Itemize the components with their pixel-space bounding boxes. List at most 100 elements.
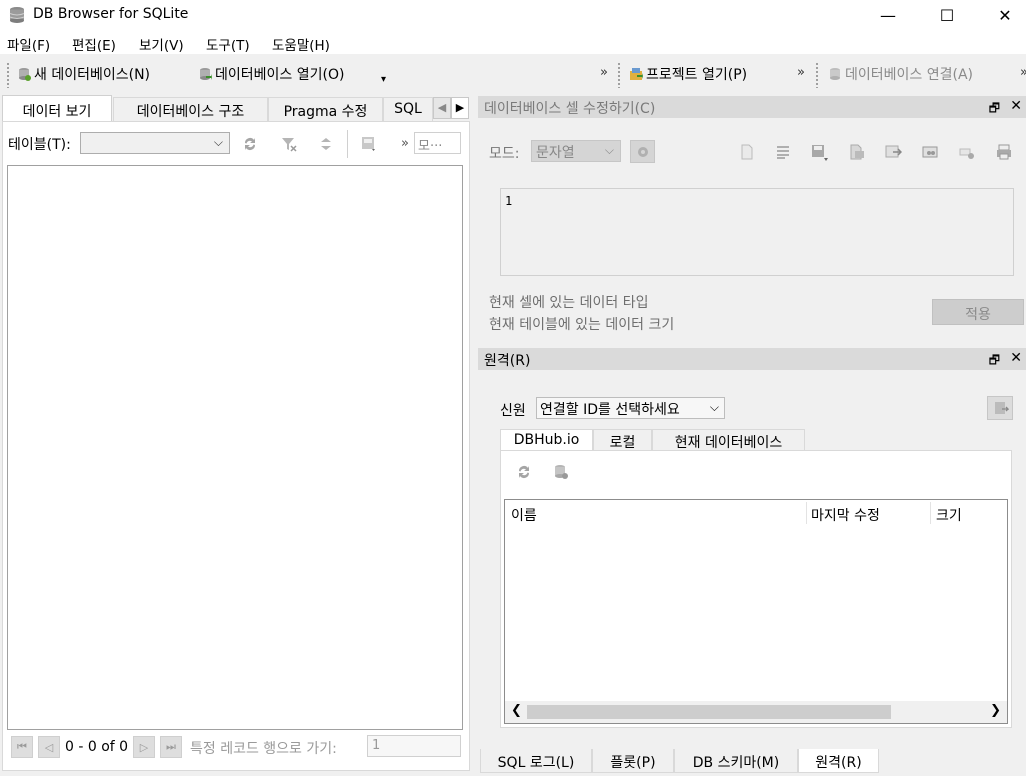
toolbar-overflow-3[interactable]: » [1020, 65, 1026, 80]
tab-scroll-right-button[interactable]: ▶ [451, 97, 469, 119]
open-project-button[interactable]: 프로젝트 열기(P) [629, 64, 747, 84]
menu-view[interactable]: 보기(V) [139, 34, 184, 54]
close-dock-icon[interactable]: ✕ [1010, 350, 1022, 366]
remote-title: 원격(R) [484, 353, 531, 369]
toolbar-overflow-1[interactable]: » [600, 65, 608, 80]
open-database-button[interactable]: 데이터베이스 열기(O) [198, 64, 344, 84]
main-tab-bar: 데이터 보기 데이터베이스 구조 Pragma 수정 SQL ◀ ▶ [2, 95, 470, 121]
float-dock-icon[interactable]: 🗗 [989, 99, 1000, 120]
new-database-label: 새 데이터베이스(N) [34, 67, 151, 83]
save-table-icon[interactable] [361, 136, 377, 152]
column-header-name[interactable]: 이름 [511, 505, 537, 525]
remote-dock-title: 원격(R) 🗗 ✕ [478, 348, 1026, 370]
attach-database-label: 데이터베이스 연결(A) [845, 67, 973, 83]
tab-browse-data[interactable]: 데이터 보기 [2, 95, 112, 121]
eraser-icon[interactable] [958, 143, 976, 161]
import-icon[interactable] [810, 143, 828, 161]
mode-select[interactable]: 문자열 ⌵ [531, 140, 621, 162]
auto-switch-mode-button[interactable] [630, 140, 655, 163]
cell-type-info: 현재 셀에 있는 데이터 타입 [489, 295, 649, 311]
column-header-size[interactable]: 크기 [936, 505, 962, 525]
menu-edit[interactable]: 편집(E) [72, 34, 116, 54]
new-database-button[interactable]: 새 데이터베이스(N) [17, 64, 150, 84]
chevron-down-icon: ⌵ [604, 143, 614, 157]
menu-bar: 파일(F) 편집(E) 보기(V) 도구(T) 도움말(H) [0, 30, 1026, 54]
database-app-icon [9, 7, 25, 23]
toolbar-grip-2[interactable] [617, 62, 621, 88]
attach-database-button[interactable]: 데이터베이스 연결(A) [828, 64, 973, 84]
identity-select-value: 연결할 ID를 선택하세요 [540, 402, 680, 418]
next-record-button[interactable]: ▷ [133, 736, 155, 758]
print-icon[interactable] [995, 143, 1013, 161]
last-record-button[interactable]: ⏭ [160, 736, 182, 758]
identity-select[interactable]: 연결할 ID를 선택하세요 ⌵ [536, 397, 725, 419]
toolbar-grip[interactable] [6, 62, 10, 88]
gear-icon [638, 147, 648, 157]
tab-execute-sql[interactable]: SQL [383, 97, 433, 121]
chevron-down-icon: ⌵ [709, 400, 719, 414]
float-dock-icon[interactable]: 🗗 [989, 351, 1000, 372]
open-project-icon [630, 68, 643, 80]
scrollbar-thumb[interactable] [527, 705, 891, 719]
apply-button[interactable]: 적용 [932, 299, 1024, 325]
new-database-icon [19, 68, 31, 81]
tab-db-schema[interactable]: DB 스키마(M) [674, 749, 798, 773]
close-window-button[interactable]: ✕ [982, 0, 1026, 30]
edit-cell-title: 데이터베이스 셀 수정하기(C) [484, 101, 656, 117]
open-database-dropdown[interactable]: ▾ [381, 74, 386, 85]
mode-label: 모드: [489, 146, 520, 162]
mode-select-value: 문자열 [536, 145, 575, 161]
window-title: DB Browser for SQLite [33, 6, 189, 22]
tab-edit-pragmas[interactable]: Pragma 수정 [268, 97, 383, 121]
clear-filters-icon[interactable] [281, 136, 297, 152]
clone-database-icon[interactable] [553, 464, 569, 480]
open-project-label: 프로젝트 열기(P) [646, 67, 748, 83]
remote-file-list[interactable]: 이름 마지막 수정 크기 ❮ ❯ [504, 499, 1008, 724]
first-record-button[interactable]: ⏮ [11, 736, 33, 758]
toolbar-grip-3[interactable] [815, 62, 819, 88]
table-select[interactable]: ⌵ [80, 132, 230, 154]
image-icon[interactable] [921, 143, 939, 161]
record-navigation-bar: ⏮ ◁ 0 - 0 of 0 ▷ ⏭ 특정 레코드 행으로 가기: 1 [7, 733, 463, 761]
tab-scroll-left-button[interactable]: ◀ [433, 97, 451, 119]
scroll-right-icon[interactable]: ❯ [990, 703, 1001, 718]
filter-input[interactable]: 모··· [414, 132, 461, 154]
word-wrap-icon[interactable] [774, 143, 792, 161]
refresh-icon[interactable] [242, 136, 258, 152]
tab-remote[interactable]: 원격(R) [798, 749, 879, 773]
cell-editor-textarea[interactable]: 1 [500, 188, 1014, 276]
previous-record-button[interactable]: ◁ [38, 736, 60, 758]
minimize-button[interactable]: — [865, 0, 911, 30]
maximize-button[interactable]: ☐ [924, 0, 970, 30]
goto-record-input[interactable]: 1 [367, 735, 461, 757]
menu-file[interactable]: 파일(F) [7, 34, 50, 54]
browse-toolbar-overflow[interactable]: » [401, 136, 409, 151]
tab-database-structure[interactable]: 데이터베이스 구조 [113, 97, 268, 121]
clear-sorting-icon[interactable] [318, 136, 334, 152]
horizontal-scrollbar[interactable]: ❮ ❯ [505, 701, 1007, 723]
refresh-icon[interactable] [516, 464, 532, 480]
menu-tools[interactable]: 도구(T) [206, 34, 250, 54]
tab-dbhub[interactable]: DBHub.io [500, 429, 593, 451]
certificate-icon [995, 402, 1009, 414]
tab-plot[interactable]: 플롯(P) [592, 749, 674, 773]
goto-record-label: 특정 레코드 행으로 가기: [190, 741, 337, 757]
toolbar-separator [347, 130, 348, 158]
tab-sql-log[interactable]: SQL 로그(L) [480, 749, 592, 773]
column-header-last-modified[interactable]: 마지막 수정 [811, 505, 880, 525]
remote-tab-bar: DBHub.io 로컬 현재 데이터베이스 [500, 429, 1012, 451]
scroll-left-icon[interactable]: ❮ [511, 703, 522, 718]
toolbar-overflow-2[interactable]: » [797, 65, 805, 80]
cell-size-info: 현재 테이블에 있는 데이터 크기 [489, 317, 675, 333]
close-dock-icon[interactable]: ✕ [1010, 98, 1022, 114]
document-icon[interactable] [738, 143, 756, 161]
data-grid[interactable] [7, 165, 463, 730]
menu-help[interactable]: 도움말(H) [272, 34, 330, 54]
export-icon[interactable] [848, 143, 866, 161]
column-separator [806, 502, 807, 524]
attach-database-icon [830, 68, 840, 80]
set-as-null-icon[interactable] [884, 143, 902, 161]
identity-manage-button[interactable] [987, 396, 1013, 420]
tab-current-database[interactable]: 현재 데이터베이스 [652, 429, 805, 451]
tab-local[interactable]: 로컬 [593, 429, 652, 451]
